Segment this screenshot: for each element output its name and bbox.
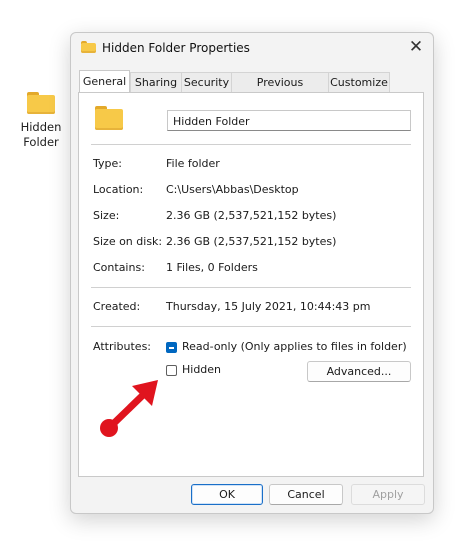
size-label: Size: bbox=[93, 209, 120, 222]
red-arrow-annotation-icon bbox=[100, 380, 158, 437]
cancel-button[interactable]: Cancel bbox=[269, 484, 343, 505]
type-label: Type: bbox=[93, 157, 122, 170]
hidden-checkbox[interactable] bbox=[166, 365, 177, 376]
tab-previous-versions[interactable]: Previous Versions bbox=[231, 72, 329, 108]
window-title: Hidden Folder Properties bbox=[102, 41, 250, 55]
attributes-label: Attributes: bbox=[93, 340, 152, 353]
tab-customize[interactable]: Customize bbox=[328, 72, 390, 92]
desktop-folder-label-line2: Folder bbox=[23, 135, 59, 149]
apply-button[interactable]: Apply bbox=[351, 484, 425, 505]
readonly-checkbox[interactable] bbox=[166, 342, 177, 353]
divider bbox=[91, 144, 411, 145]
folder-icon bbox=[27, 92, 55, 114]
desktop-folder-hidden-folder[interactable]: Hidden Folder bbox=[16, 92, 66, 150]
created-label: Created: bbox=[93, 300, 141, 313]
size-on-disk-value: 2.36 GB (2,537,521,152 bytes) bbox=[166, 235, 337, 248]
folder-icon bbox=[81, 41, 96, 53]
location-label: Location: bbox=[93, 183, 144, 196]
divider bbox=[91, 326, 411, 327]
contains-label: Contains: bbox=[93, 261, 145, 274]
close-icon[interactable]: ✕ bbox=[407, 39, 425, 57]
created-value: Thursday, 15 July 2021, 10:44:43 pm bbox=[166, 300, 371, 313]
type-value: File folder bbox=[166, 157, 220, 170]
location-value: C:\Users\Abbas\Desktop bbox=[166, 183, 299, 196]
size-on-disk-label: Size on disk: bbox=[93, 235, 163, 248]
desktop-folder-label-line1: Hidden bbox=[20, 120, 62, 134]
hidden-checkbox-label[interactable]: Hidden bbox=[182, 363, 221, 376]
size-value: 2.36 GB (2,537,521,152 bytes) bbox=[166, 209, 337, 222]
ok-button[interactable]: OK bbox=[191, 484, 263, 505]
folder-icon bbox=[95, 106, 123, 130]
folder-name-field[interactable]: Hidden Folder bbox=[167, 110, 411, 131]
readonly-checkbox-label[interactable]: Read-only (Only applies to files in fold… bbox=[182, 340, 407, 353]
divider bbox=[91, 287, 411, 288]
tab-general[interactable]: General bbox=[79, 70, 130, 92]
advanced-button[interactable]: Advanced... bbox=[307, 361, 411, 382]
contains-value: 1 Files, 0 Folders bbox=[166, 261, 258, 274]
tab-security[interactable]: Security bbox=[181, 72, 232, 92]
title-bar[interactable]: Hidden Folder Properties ✕ bbox=[71, 33, 433, 63]
tab-sharing[interactable]: Sharing bbox=[130, 72, 182, 92]
